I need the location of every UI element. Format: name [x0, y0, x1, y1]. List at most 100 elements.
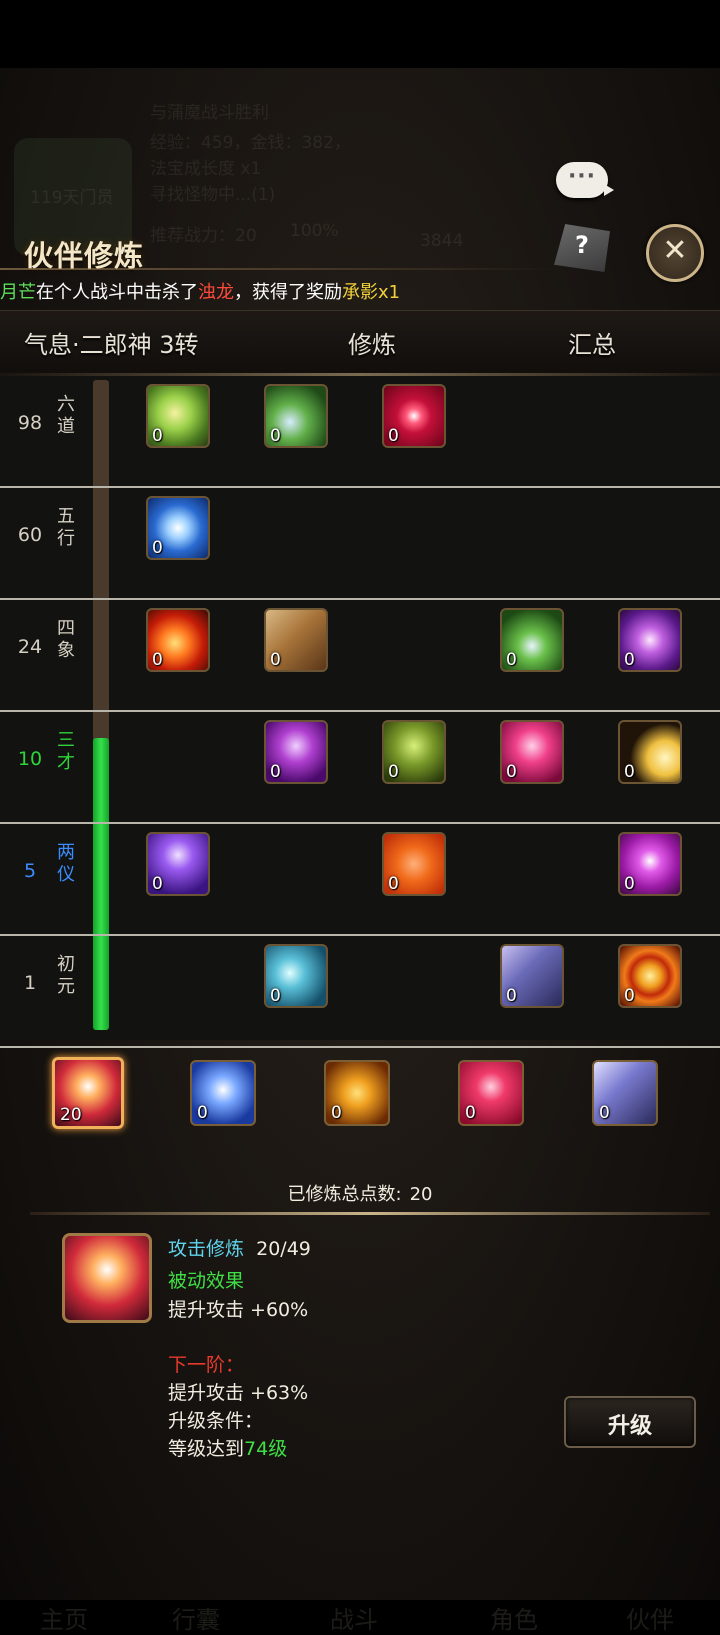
bg-growth-line: 法宝成长度 x1	[150, 159, 262, 179]
icon-count: 0	[624, 986, 635, 1006]
tier1-wind-icon[interactable]: 0	[500, 944, 564, 1008]
icon-count: 0	[388, 874, 399, 894]
total-points: 已修炼总点数: 20	[0, 1180, 720, 1206]
training-tier-grid: 98 六 道 0 0 0 60 五 行 0 24 四 象 0 0 0 0 10 三 才00005两 仪0001…	[0, 376, 720, 1048]
tier-name: 五 行	[57, 506, 75, 549]
icon-count: 0	[270, 986, 281, 1006]
skill-count: 0	[599, 1103, 610, 1123]
tier1-target-icon[interactable]: 0	[618, 944, 682, 1008]
tier-name: 四 象	[57, 618, 75, 661]
tier10-skull-icon[interactable]: 0	[264, 720, 328, 784]
tier24-flame-icon[interactable]: 0	[146, 608, 210, 672]
bg-exp-line: 经验：459，金钱：382，	[150, 133, 351, 153]
detail-header: 攻击修炼 20/49	[168, 1234, 311, 1261]
total-points-value: 20	[409, 1184, 433, 1205]
icon-count: 0	[624, 650, 635, 670]
wind-training-button[interactable]: 0	[592, 1060, 658, 1126]
icon-count: 0	[388, 762, 399, 782]
detail-divider	[30, 1212, 710, 1215]
tier10-shadow-icon[interactable]: 0	[618, 720, 682, 784]
tier-row-1: 1 初 元 0 0 0	[0, 936, 720, 1048]
tier-level: 60	[17, 524, 43, 546]
detail-current-effect: 提升攻击 +60%	[168, 1299, 309, 1321]
total-points-label: 已修炼总点数:	[287, 1184, 402, 1205]
icon-count: 0	[506, 650, 517, 670]
tier5-wings-icon[interactable]: 0	[146, 832, 210, 896]
attack-training-icon	[62, 1233, 152, 1323]
skill-count: 0	[197, 1103, 208, 1123]
tier5-rune-icon[interactable]: 0	[382, 832, 446, 896]
bg-role-line: 119天门员	[30, 188, 114, 208]
attack-training-button[interactable]: 20	[52, 1057, 124, 1129]
ticker-player: 月芒	[0, 282, 36, 303]
bg-nav-partner: 伙伴	[626, 1606, 674, 1634]
tier-row-5: 5 两 仪 0 0 0	[0, 824, 720, 936]
bg-pct: 100%	[290, 221, 339, 241]
close-button[interactable]: ✕	[646, 224, 704, 282]
icon-count: 0	[152, 426, 163, 446]
tier-row-60: 60 五 行 0	[0, 488, 720, 600]
tier1-fist-icon[interactable]: 0	[264, 944, 328, 1008]
detail-skill-progress: 20/49	[256, 1238, 311, 1260]
icon-count: 0	[624, 874, 635, 894]
body-training-button[interactable]: 0	[324, 1060, 390, 1126]
tier5-drop-icon[interactable]: 0	[618, 832, 682, 896]
tier24-feather-icon[interactable]: 0	[500, 608, 564, 672]
detail-condition-prefix: 等级达到	[168, 1438, 245, 1460]
tier24-star-icon[interactable]: 0	[618, 608, 682, 672]
upgrade-button-label: 升级	[607, 1414, 652, 1439]
detail-condition-label: 升级条件：	[168, 1410, 264, 1432]
detail-skill-name: 攻击修炼	[168, 1238, 245, 1260]
tier98-swirl-icon[interactable]: 0	[146, 384, 210, 448]
defense-training-button[interactable]: 0	[190, 1060, 256, 1126]
tier-level: 5	[23, 860, 37, 882]
bg-nav-battle: 战斗	[330, 1606, 378, 1634]
crit-training-button[interactable]: 0	[458, 1060, 524, 1126]
tier-name: 初 元	[57, 954, 75, 997]
icon-count: 0	[152, 538, 163, 558]
tier-level: 10	[17, 748, 43, 770]
tier-level: 1	[23, 972, 37, 994]
tier-row-10: 10 三 才 0 0 0 0	[0, 712, 720, 824]
tier98-eye-icon[interactable]: 0	[382, 384, 446, 448]
tier10-beast-icon[interactable]: 0	[382, 720, 446, 784]
status-bar	[0, 0, 720, 68]
detail-next-label: 下一阶：	[168, 1354, 245, 1376]
tier-name: 三 才	[57, 730, 75, 773]
close-icon: ✕	[662, 233, 688, 268]
tier10-demon-icon[interactable]: 0	[500, 720, 564, 784]
bg-nav-role: 角色	[490, 1606, 538, 1634]
icon-count: 0	[506, 986, 517, 1006]
ticker-reward-count: x1	[378, 282, 401, 303]
tab-partner-form[interactable]: 气息·二郎神 3转	[24, 325, 199, 360]
tier98-leaf-icon[interactable]: 0	[264, 384, 328, 448]
tier-name: 两 仪	[57, 842, 75, 885]
tab-bar: 气息·二郎神 3转 修炼 汇总	[0, 310, 720, 376]
skill-count: 20	[60, 1105, 82, 1125]
icon-count: 0	[506, 762, 517, 782]
icon-count: 0	[388, 426, 399, 446]
tier-level: 24	[17, 636, 43, 658]
icon-count: 0	[152, 874, 163, 894]
tier24-book-icon[interactable]: 0	[264, 608, 328, 672]
upgrade-button[interactable]: 升级	[564, 1396, 696, 1448]
tab-summary[interactable]: 汇总	[568, 325, 616, 360]
bg-reward-line: 推荐战力：20	[150, 226, 257, 246]
tier60-vortex-icon[interactable]: 0	[146, 496, 210, 560]
tier-name: 六 道	[57, 394, 75, 437]
icon-count: 0	[270, 762, 281, 782]
system-ticker: 月芒在个人战斗中击杀了浊龙，获得了奖励承影x1	[0, 278, 720, 306]
ticker-monster: 浊龙	[198, 282, 234, 303]
tab-training[interactable]: 修炼	[348, 325, 396, 360]
detail-next-effect: 提升攻击 +63%	[168, 1382, 309, 1404]
chat-bubble-icon[interactable]: ···	[556, 162, 614, 198]
ticker-text-1: 在个人战斗中击杀了	[36, 282, 198, 303]
skill-count: 0	[331, 1103, 342, 1123]
bg-coins: 3844	[420, 231, 464, 251]
detail-passive-label: 被动效果	[168, 1270, 245, 1292]
training-skill-row: 20 0 0 0 0	[0, 1040, 720, 1180]
title-divider	[0, 268, 560, 270]
bg-nav-home: 主页	[40, 1606, 88, 1634]
icon-count: 0	[152, 650, 163, 670]
detail-condition: 等级达到74级	[168, 1434, 287, 1461]
